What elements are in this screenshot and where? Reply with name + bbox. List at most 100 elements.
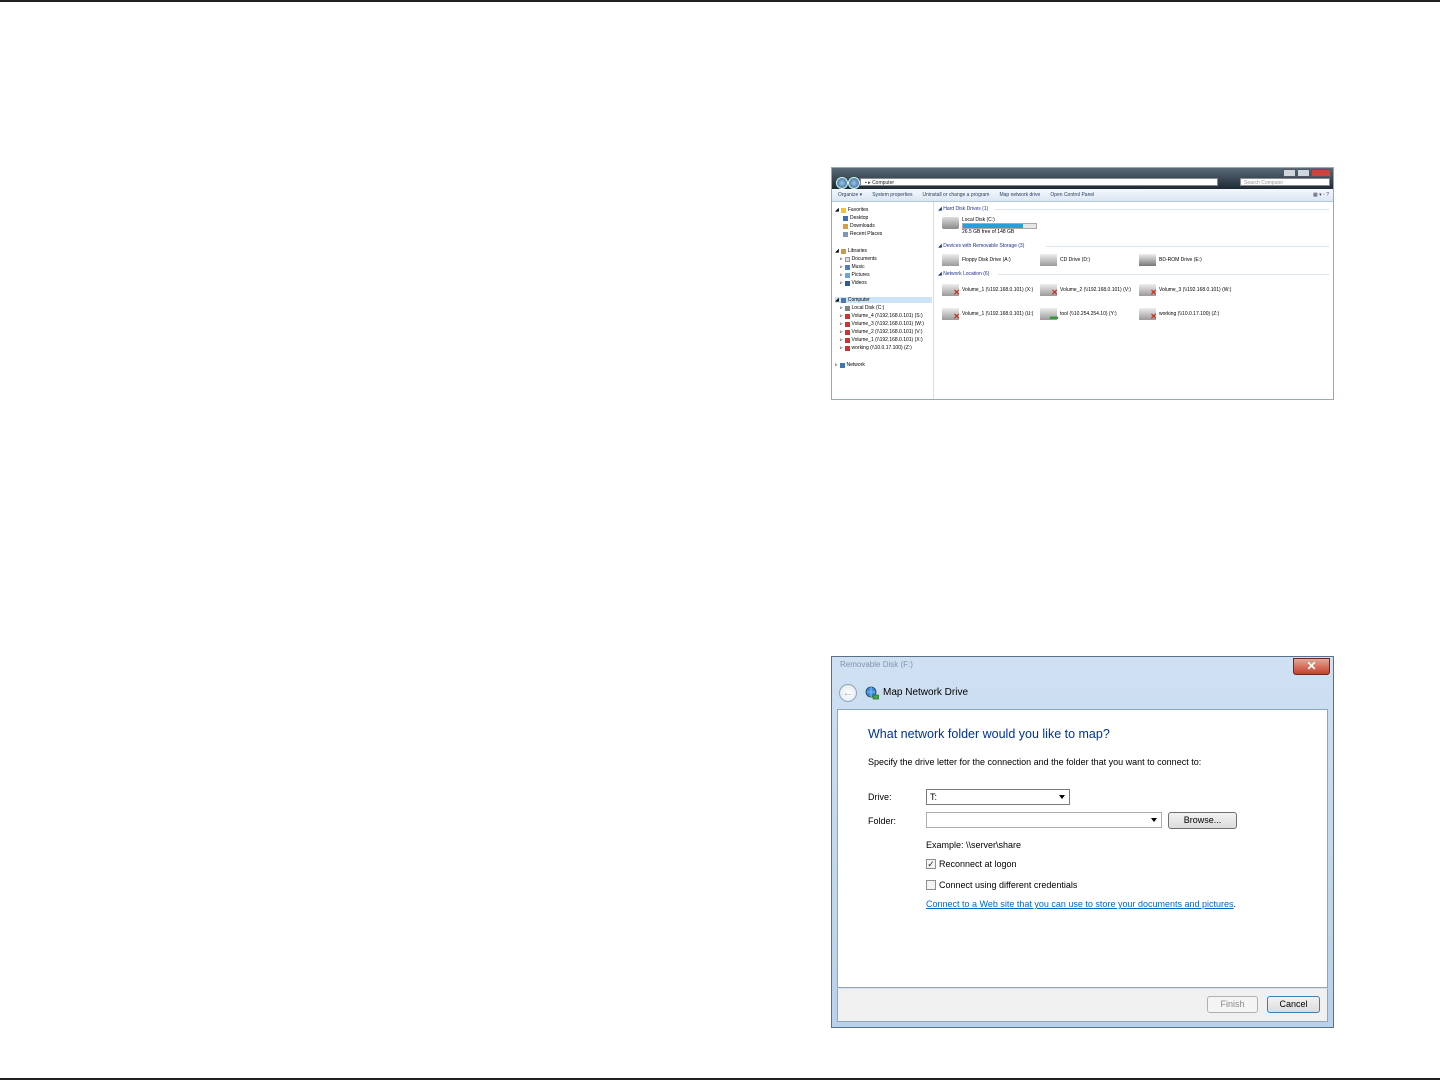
nav-item-videos[interactable]: ▹ Videos	[840, 280, 867, 286]
group-header-hard-disks[interactable]: ◢ Hard Disk Drives (1)	[938, 206, 988, 212]
drive-floppy[interactable]: Floppy Disk Drive (A:)	[942, 254, 1011, 266]
back-arrow-icon[interactable]	[836, 177, 848, 189]
music-icon	[844, 264, 850, 270]
example-text: Example: \\server\share	[926, 840, 1022, 850]
open-control-panel-button[interactable]: Open Control Panel	[1050, 192, 1094, 198]
disconnected-network-drive-icon: ✕	[942, 308, 960, 321]
drive-select[interactable]: T:	[926, 789, 1070, 805]
disconnected-drive-icon	[844, 329, 850, 335]
map-network-drive-button[interactable]: Map network drive	[999, 192, 1040, 198]
collapsed-arrow-icon[interactable]: ▹	[835, 362, 838, 368]
collapsed-arrow-icon[interactable]: ▹	[840, 321, 843, 327]
forward-arrow-icon[interactable]	[848, 177, 860, 189]
downloads-icon	[843, 223, 848, 229]
view-options-icon[interactable]: ▦ ▾ ▫ ?	[1313, 192, 1329, 198]
collapsed-arrow-icon[interactable]: ▹	[840, 305, 843, 311]
minimize-icon[interactable]	[1283, 169, 1296, 177]
organize-button[interactable]: Organize ▾	[838, 192, 862, 198]
nav-item-downloads[interactable]: Downloads	[843, 223, 875, 229]
pictures-icon	[844, 272, 850, 278]
drive-free-space: 26.5 GB free of 148 GB	[962, 229, 1015, 235]
system-properties-button[interactable]: System properties	[872, 192, 912, 198]
nav-item-network-drive[interactable]: ▹ Volume_1 (\\192.168.0.101) (X:)	[840, 337, 923, 343]
network-drive-item[interactable]: ▬ tool (\\10.254.254.10) (Y:)	[1040, 308, 1117, 321]
nav-network[interactable]: ▹ Network	[835, 362, 865, 368]
floppy-drive-icon	[942, 254, 959, 266]
nav-item-recent-places[interactable]: Recent Places	[843, 231, 882, 237]
drive-local-disk[interactable]: Local Disk (C:) 26.5 GB free of 148 GB	[942, 217, 1037, 235]
computer-icon	[840, 297, 846, 303]
cancel-button[interactable]: Cancel	[1267, 996, 1320, 1013]
nav-item-local-disk[interactable]: ▹ Local Disk (C:)	[840, 305, 884, 311]
nav-item-network-drive[interactable]: ▹ Volume_4 (\\192.168.0.101) (S:)	[840, 313, 923, 319]
dropdown-arrow-icon[interactable]	[1151, 818, 1157, 822]
back-arrow-icon[interactable]: ←	[839, 684, 857, 702]
disconnected-network-drive-icon: ✕	[942, 284, 960, 297]
videos-icon	[844, 280, 850, 286]
library-icon	[840, 248, 846, 254]
collapsed-arrow-icon[interactable]: ▹	[840, 280, 843, 286]
different-credentials-label[interactable]: Connect using different credentials	[939, 880, 1077, 890]
nav-item-music[interactable]: ▹ Music	[840, 264, 865, 270]
nav-item-pictures[interactable]: ▹ Pictures	[840, 272, 870, 278]
dialog-content: What network folder would you like to ma…	[837, 709, 1328, 988]
reconnect-checkbox[interactable]: ✓	[926, 859, 936, 869]
group-divider	[998, 274, 1329, 275]
cd-drive-icon	[1040, 254, 1057, 266]
finish-button[interactable]: Finish	[1207, 996, 1258, 1013]
dialog-footer: Finish Cancel	[837, 988, 1328, 1022]
network-drive-item[interactable]: ✕ Volume_1 (\\192.168.0.101) (U:)	[942, 308, 1033, 321]
collapsed-arrow-icon[interactable]: ▹	[840, 272, 843, 278]
drive-bd-rom[interactable]: BD-ROM Drive (E:)	[1139, 254, 1202, 266]
nav-item-desktop[interactable]: Desktop	[843, 215, 868, 221]
nav-item-network-drive[interactable]: ▹ Volume_2 (\\192.168.0.101) (V:)	[840, 329, 923, 335]
expand-arrow-icon[interactable]: ◢	[835, 207, 839, 213]
network-drive-item[interactable]: ✕ Volume_3 (\\192.168.0.101) (W:)	[1139, 284, 1231, 297]
reconnect-label[interactable]: Reconnect at logon	[939, 859, 1017, 869]
nav-libraries[interactable]: ◢ Libraries	[835, 248, 867, 254]
browse-button[interactable]: Browse...	[1168, 812, 1237, 829]
network-drive-item[interactable]: ✕ working (\\10.0.17.100) (Z:)	[1139, 308, 1219, 321]
expand-arrow-icon[interactable]: ◢	[835, 297, 839, 303]
disconnected-drive-icon	[844, 337, 850, 343]
dropdown-arrow-icon[interactable]	[1059, 795, 1065, 799]
recent-places-icon	[843, 231, 848, 237]
window-controls	[1283, 169, 1331, 177]
address-bar[interactable]: ▪ ▸ Computer	[860, 178, 1218, 186]
close-icon[interactable]	[1311, 169, 1331, 177]
maximize-icon[interactable]	[1297, 169, 1310, 177]
connected-network-drive-icon: ▬	[1040, 308, 1058, 321]
folder-input[interactable]	[926, 812, 1162, 828]
expand-arrow-icon[interactable]: ◢	[835, 248, 839, 254]
nav-computer[interactable]: ◢ Computer	[835, 297, 932, 303]
web-site-link[interactable]: Connect to a Web site that you can use t…	[926, 899, 1234, 909]
dialog-title: Map Network Drive	[883, 687, 969, 698]
nav-item-network-drive[interactable]: ▹ working (\\10.0.17.100) (Z:)	[840, 345, 912, 351]
disconnected-drive-icon	[844, 345, 850, 351]
collapsed-arrow-icon[interactable]: ▹	[840, 313, 843, 319]
collapsed-arrow-icon[interactable]: ▹	[840, 329, 843, 335]
collapsed-arrow-icon[interactable]: ▹	[840, 337, 843, 343]
uninstall-program-button[interactable]: Uninstall or change a program	[922, 192, 989, 198]
group-header-removable[interactable]: ◢ Devices with Removable Storage (3)	[938, 243, 1024, 249]
network-drive-item[interactable]: ✕ Volume_1 (\\192.168.0.101) (X:)	[942, 284, 1033, 297]
network-drive-item[interactable]: ✕ Volume_2 (\\192.168.0.101) (V:)	[1040, 284, 1131, 297]
collapsed-arrow-icon[interactable]: ▹	[840, 256, 843, 262]
drive-cd[interactable]: CD Drive (D:)	[1040, 254, 1090, 266]
address-text: Computer	[872, 180, 895, 186]
collapsed-arrow-icon[interactable]: ▹	[840, 345, 843, 351]
search-input[interactable]: Search Computer	[1240, 178, 1330, 186]
different-credentials-checkbox[interactable]	[926, 880, 936, 890]
nav-item-documents[interactable]: ▹ Documents	[840, 256, 877, 262]
group-header-network[interactable]: ◢ Network Location (6)	[938, 271, 989, 277]
nav-item-network-drive[interactable]: ▹ Volume_3 (\\192.168.0.101) (W:)	[840, 321, 924, 327]
hard-disk-icon	[942, 217, 959, 229]
network-icon	[839, 362, 845, 368]
nav-favorites[interactable]: ◢ Favorites	[835, 207, 868, 213]
collapsed-arrow-icon[interactable]: ▹	[840, 264, 843, 270]
background-window-title: Removable Disk (F:)	[840, 660, 913, 669]
group-divider	[1046, 246, 1329, 247]
content-pane: ◢ Hard Disk Drives (1) Local Disk (C:) 2…	[934, 202, 1333, 399]
instruction-text: Specify the drive letter for the connect…	[868, 757, 1202, 767]
close-button[interactable]: ✕	[1293, 658, 1330, 675]
